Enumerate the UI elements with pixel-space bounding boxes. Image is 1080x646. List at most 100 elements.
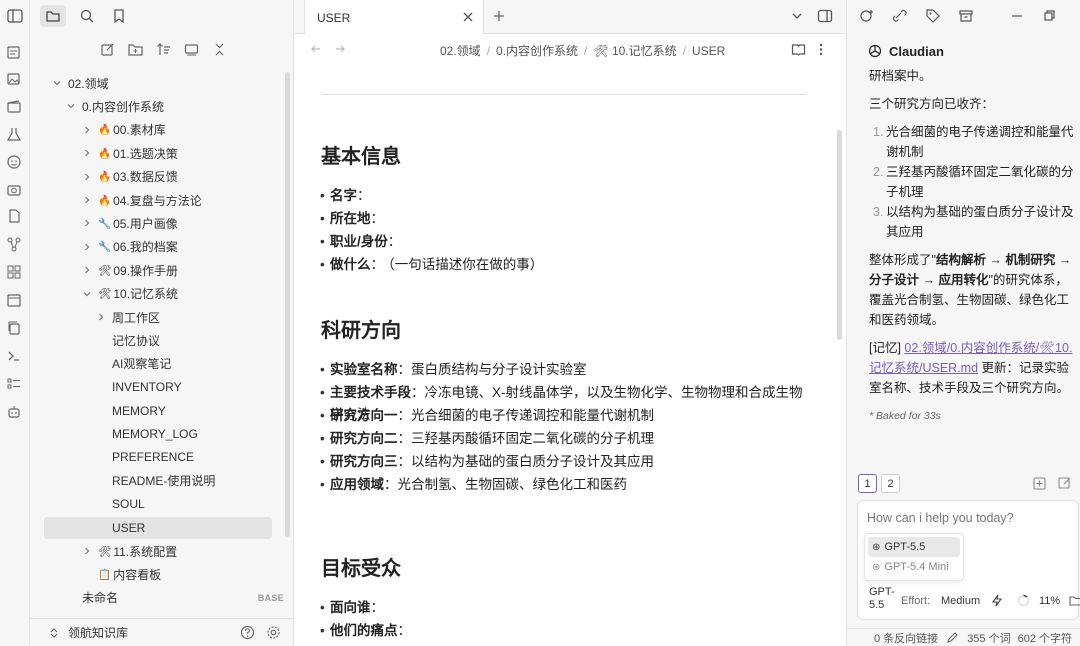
chevron-right-icon[interactable]	[82, 218, 92, 228]
chevron-down-icon[interactable]	[82, 289, 92, 299]
tree-folder[interactable]: 🛠 10.记忆系统	[82, 283, 294, 305]
files-tab[interactable]	[40, 5, 66, 27]
chevron-right-icon[interactable]	[82, 265, 92, 275]
archive-icon[interactable]	[958, 8, 974, 24]
minimize-icon[interactable]	[1009, 8, 1025, 24]
sidebar-toggle-icon[interactable]	[6, 7, 24, 25]
new-folder-icon[interactable]	[128, 42, 143, 57]
tree-folder[interactable]: 🔧 05.用户画像	[82, 212, 294, 234]
sidebar-scrollbar[interactable]	[285, 72, 290, 537]
camera-icon[interactable]	[6, 181, 22, 197]
editor-scrollbar[interactable]	[837, 130, 842, 340]
link-plus-icon[interactable]	[892, 8, 908, 24]
list-item[interactable]: 做什么：（一句话描述你在做的事）	[320, 254, 810, 276]
document-icon[interactable]	[6, 208, 22, 224]
tree-file[interactable]: MEMORY_LOG	[96, 423, 294, 445]
tree-folder[interactable]: 周工作区	[96, 306, 294, 328]
clapper-icon[interactable]	[6, 98, 22, 114]
tree-file[interactable]: AI观察笔记	[96, 353, 294, 375]
chevron-right-icon[interactable]	[82, 172, 92, 182]
restore-window-icon[interactable]	[1041, 8, 1057, 24]
tree-file[interactable]: INVENTORY	[96, 376, 294, 398]
tag-icon[interactable]	[925, 8, 941, 24]
list-item[interactable]: 名字：	[320, 185, 810, 207]
tree-file[interactable]: USER	[44, 516, 272, 539]
bot-icon[interactable]	[6, 404, 22, 420]
new-tab-icon[interactable]	[492, 9, 506, 23]
tree-folder[interactable]: 🔥 04.复盘与方法论	[82, 189, 294, 211]
list-item[interactable]: 职业/身份：	[320, 231, 810, 253]
tree-file[interactable]: MEMORY	[96, 400, 294, 422]
tree-folder[interactable]: 🛠 09.操作手册	[82, 259, 294, 281]
help-icon[interactable]	[240, 625, 255, 640]
back-arrow-icon[interactable]	[310, 43, 322, 55]
calendar-grid-icon[interactable]	[6, 292, 22, 308]
list-item[interactable]: 研究方向一：光合细菌的电子传递调控和能量代谢机制	[320, 405, 810, 427]
list-icon[interactable]	[6, 376, 22, 392]
model-option[interactable]: ⊛ GPT-5.5	[868, 537, 960, 557]
chevron-right-icon[interactable]	[82, 242, 92, 252]
list-item[interactable]: 研究方向二：三羟基丙酸循环固定二氧化碳的分子机理	[320, 428, 810, 450]
vault-switcher[interactable]: 领航知识库	[30, 618, 294, 646]
gear-icon[interactable]	[266, 625, 281, 640]
new-note-icon[interactable]	[100, 42, 115, 57]
note-content[interactable]: 基本信息名字：所在地：职业/身份：做什么：（一句话描述你在做的事） 科研方向实验室…	[294, 64, 846, 646]
tree-file[interactable]: SOUL	[96, 493, 294, 515]
backlinks-count[interactable]: 0 条反向链接	[874, 630, 938, 646]
bookmarks-tab[interactable]	[106, 5, 132, 27]
auto-reveal-icon[interactable]	[184, 42, 199, 57]
calendar-icon[interactable]	[6, 44, 22, 60]
breadcrumb-item[interactable]: 02.领域	[440, 44, 481, 58]
mention-plus-icon[interactable]	[859, 8, 875, 24]
model-selector[interactable]: GPT-5.5	[869, 586, 895, 612]
lightning-icon[interactable]	[991, 594, 1003, 607]
breadcrumb-item[interactable]: 🛠 10.记忆系统	[593, 44, 676, 58]
chevron-down-icon[interactable]	[66, 101, 76, 111]
close-icon[interactable]	[461, 10, 475, 24]
tree-folder[interactable]: 🔥 03.数据反馈	[82, 166, 294, 188]
image-plus-icon[interactable]	[6, 71, 22, 87]
list-item[interactable]: 所在地：	[320, 208, 810, 230]
list-item[interactable]: 应用领域：光合制氢、生物固碳、绿色化工和医药	[320, 474, 810, 496]
tree-folder[interactable]: 🔥 01.选题决策	[82, 142, 294, 164]
terminal-icon[interactable]	[6, 348, 22, 364]
collapse-all-icon[interactable]	[212, 42, 227, 57]
graph-icon[interactable]	[6, 236, 22, 252]
breadcrumb-item[interactable]: 0.内容创作系统	[496, 44, 578, 58]
conversation-tab-1[interactable]: 1	[858, 474, 877, 493]
effort-selector[interactable]: Medium	[941, 595, 980, 607]
tree-folder[interactable]: 🛠 11.系统配置	[82, 540, 294, 562]
right-sidebar-toggle-icon[interactable]	[817, 8, 833, 24]
copy-icon[interactable]	[6, 320, 22, 336]
tree-file[interactable]: PREFERENCE	[96, 446, 294, 468]
edit-icon[interactable]	[1058, 476, 1072, 490]
tree-file[interactable]: 未命名 BASE	[66, 587, 294, 609]
tree-folder[interactable]: 🔥 00.素材库	[82, 119, 294, 141]
conversation-tab-2[interactable]: 2	[881, 474, 900, 493]
tree-file[interactable]: 📋 内容看板	[82, 563, 294, 585]
forward-arrow-icon[interactable]	[334, 43, 346, 55]
chevron-right-icon[interactable]	[82, 148, 92, 158]
emoji-icon[interactable]	[6, 154, 22, 170]
tree-folder[interactable]: 🔧 06.我的档案	[82, 236, 294, 258]
sort-icon[interactable]	[156, 42, 171, 57]
tree-file[interactable]: 记忆协议	[96, 329, 294, 351]
chevron-right-icon[interactable]	[96, 312, 106, 322]
tree-folder[interactable]: 0.内容创作系统	[66, 95, 294, 117]
list-item[interactable]: 他们的痛点：	[320, 620, 810, 642]
tree-file[interactable]: README-使用说明	[96, 470, 294, 492]
reading-view-icon[interactable]	[791, 42, 806, 57]
new-chat-icon[interactable]	[1033, 477, 1046, 490]
chevron-right-icon[interactable]	[82, 195, 92, 205]
search-tab[interactable]	[74, 5, 100, 27]
chevron-right-icon[interactable]	[82, 546, 92, 556]
chevron-down-icon[interactable]	[791, 10, 803, 22]
tab-user[interactable]: USER	[304, 0, 484, 35]
tree-folder[interactable]: 02.领域	[52, 72, 294, 94]
more-options-icon[interactable]	[818, 42, 824, 57]
flask-icon[interactable]	[6, 126, 22, 142]
list-item[interactable]: 面向谁：	[320, 597, 810, 619]
list-item[interactable]: 研究方向三：以结构为基础的蛋白质分子设计及其应用	[320, 451, 810, 473]
list-item[interactable]: 实验室名称：蛋白质结构与分子设计实验室	[320, 359, 810, 381]
chevron-right-icon[interactable]	[82, 125, 92, 135]
